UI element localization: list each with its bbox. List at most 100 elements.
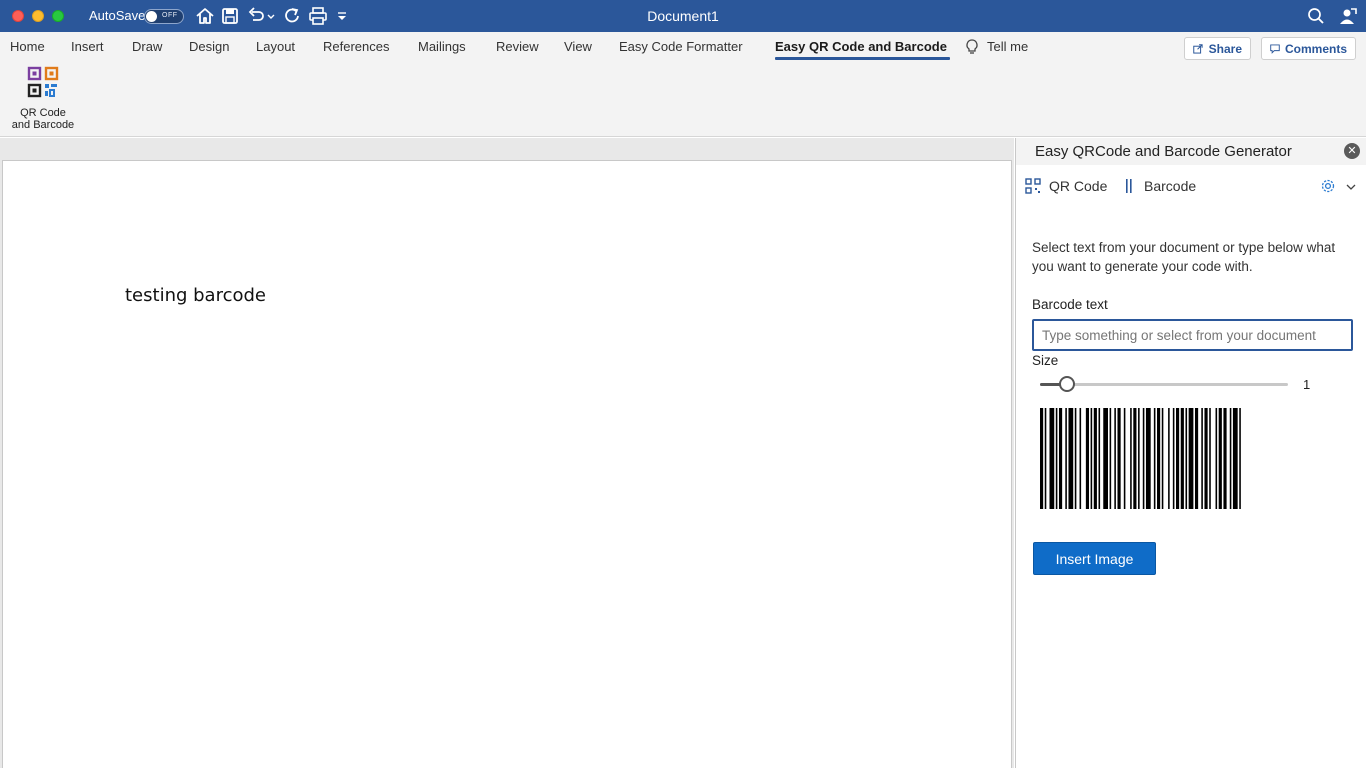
tab-draw[interactable]: Draw [132,39,162,54]
barcode-bar [1157,408,1161,509]
comments-button[interactable]: Comments [1261,37,1356,60]
barcode-bar [1090,408,1093,509]
tab-review[interactable]: Review [496,39,539,54]
ribbon-tabs: Home Insert Draw Design Layout Reference… [0,32,1366,62]
barcode-bar [1232,408,1238,509]
gear-icon[interactable] [1320,178,1336,194]
barcode-bar [1204,408,1208,509]
tell-me-search[interactable]: Tell me [987,39,1028,54]
barcode-bar [1117,408,1121,509]
customize-icon[interactable] [335,6,349,26]
size-value: 1 [1303,377,1311,392]
barcode-bar [1093,408,1097,509]
qr-code-and-barcode-button[interactable]: QR Code and Barcode [8,66,78,134]
title-bar: AutoSave OFF Document1 [0,0,1366,32]
barcode-bar [1044,408,1047,509]
barcode-bar [1172,408,1175,509]
home-icon[interactable] [195,6,215,26]
barcode-bar [1161,408,1164,509]
undo-icon[interactable] [246,6,266,26]
tab-barcode-label: Barcode [1144,178,1197,194]
barcode-bar [1068,408,1074,509]
close-pane-button[interactable]: ✕ [1344,143,1360,159]
barcode-bar [1055,408,1058,509]
qr-code-icon [27,66,59,98]
barcode-small-icon [1126,179,1132,193]
barcode-bar [1188,408,1194,509]
document-body-text[interactable]: testing barcode [125,285,266,306]
add-in-task-pane: Easy QRCode and Barcode Generator ✕ QR C… [1015,138,1366,768]
redo-icon[interactable] [282,6,302,26]
barcode-bar [1194,408,1199,509]
autosave-toggle[interactable]: OFF [144,9,184,24]
barcode-bar [1185,408,1188,509]
print-icon[interactable] [308,6,328,26]
close-window-button[interactable] [12,10,24,22]
barcode-bar [1142,408,1145,509]
toggle-knob [146,11,157,22]
barcode-bar [1223,408,1227,509]
minimize-window-button[interactable] [32,10,44,22]
barcode-bar [1215,408,1218,509]
barcode-bar [1103,408,1108,509]
tab-easy-qr-code-and-barcode[interactable]: Easy QR Code and Barcode [775,39,947,54]
tab-home[interactable]: Home [10,39,45,54]
barcode-bar [1123,408,1126,509]
account-icon[interactable] [1338,6,1358,26]
autosave-state: OFF [162,12,178,19]
barcode-bar [1176,408,1180,509]
barcode-text-label: Barcode text [1032,297,1108,312]
tab-references[interactable]: References [323,39,389,54]
ribbon-button-label-line1: QR Code [20,107,66,119]
instructions-text: Select text from your document or type b… [1032,240,1336,274]
tab-mailings[interactable]: Mailings [418,39,466,54]
barcode-bar [1168,408,1170,509]
barcode-bar [1040,408,1044,509]
size-label: Size [1032,353,1059,368]
autosave-label: AutoSave [89,8,146,23]
share-label: Share [1208,41,1242,56]
size-slider[interactable] [1040,376,1288,392]
size-slider-thumb[interactable] [1059,376,1076,392]
lightbulb-icon[interactable] [964,38,980,56]
barcode-bar [1153,408,1156,509]
barcode-text-input[interactable] [1032,319,1353,351]
document-page[interactable]: testing barcode [2,160,1012,768]
barcode-bar [1133,408,1137,509]
share-button[interactable]: Share [1184,37,1251,60]
save-icon[interactable] [220,6,240,26]
pane-title: Easy QRCode and Barcode Generator [1035,143,1292,160]
barcode-bar [1145,408,1151,509]
tab-barcode[interactable]: Barcode [1124,178,1196,194]
insert-image-button[interactable]: Insert Image [1033,542,1156,575]
barcode-bar [1098,408,1101,509]
tab-easy-code-formatter[interactable]: Easy Code Formatter [619,39,743,54]
barcode-bar [1049,408,1055,509]
search-icon[interactable] [1306,6,1326,26]
barcode-bar [1085,408,1090,509]
ribbon-body: QR Code and Barcode [0,62,1366,137]
tab-insert[interactable]: Insert [71,39,104,54]
barcode-bar [1109,408,1112,509]
barcode-bar [1209,408,1211,509]
qr-code-small-icon [1025,178,1041,194]
barcode-bar [1058,408,1063,509]
barcode-bar [1138,408,1140,509]
barcode-bar [1114,408,1116,509]
barcode-bar [1074,408,1077,509]
ribbon-button-label-line2: and Barcode [11,119,75,131]
barcode-bar [1201,408,1203,509]
tab-design[interactable]: Design [189,39,229,54]
barcode-bar [1180,408,1184,509]
tab-qr-code[interactable]: QR Code [1025,178,1107,194]
barcode-bar [1079,408,1082,509]
maximize-window-button[interactable] [52,10,64,22]
active-tab-indicator [775,57,950,60]
comment-icon [1270,44,1280,54]
barcode-bar [1065,408,1067,509]
tab-layout[interactable]: Layout [256,39,295,54]
barcode-bar [1239,408,1241,509]
undo-dropdown-icon[interactable] [265,6,277,26]
tab-view[interactable]: View [564,39,592,54]
chevron-down-icon[interactable] [1345,180,1357,192]
